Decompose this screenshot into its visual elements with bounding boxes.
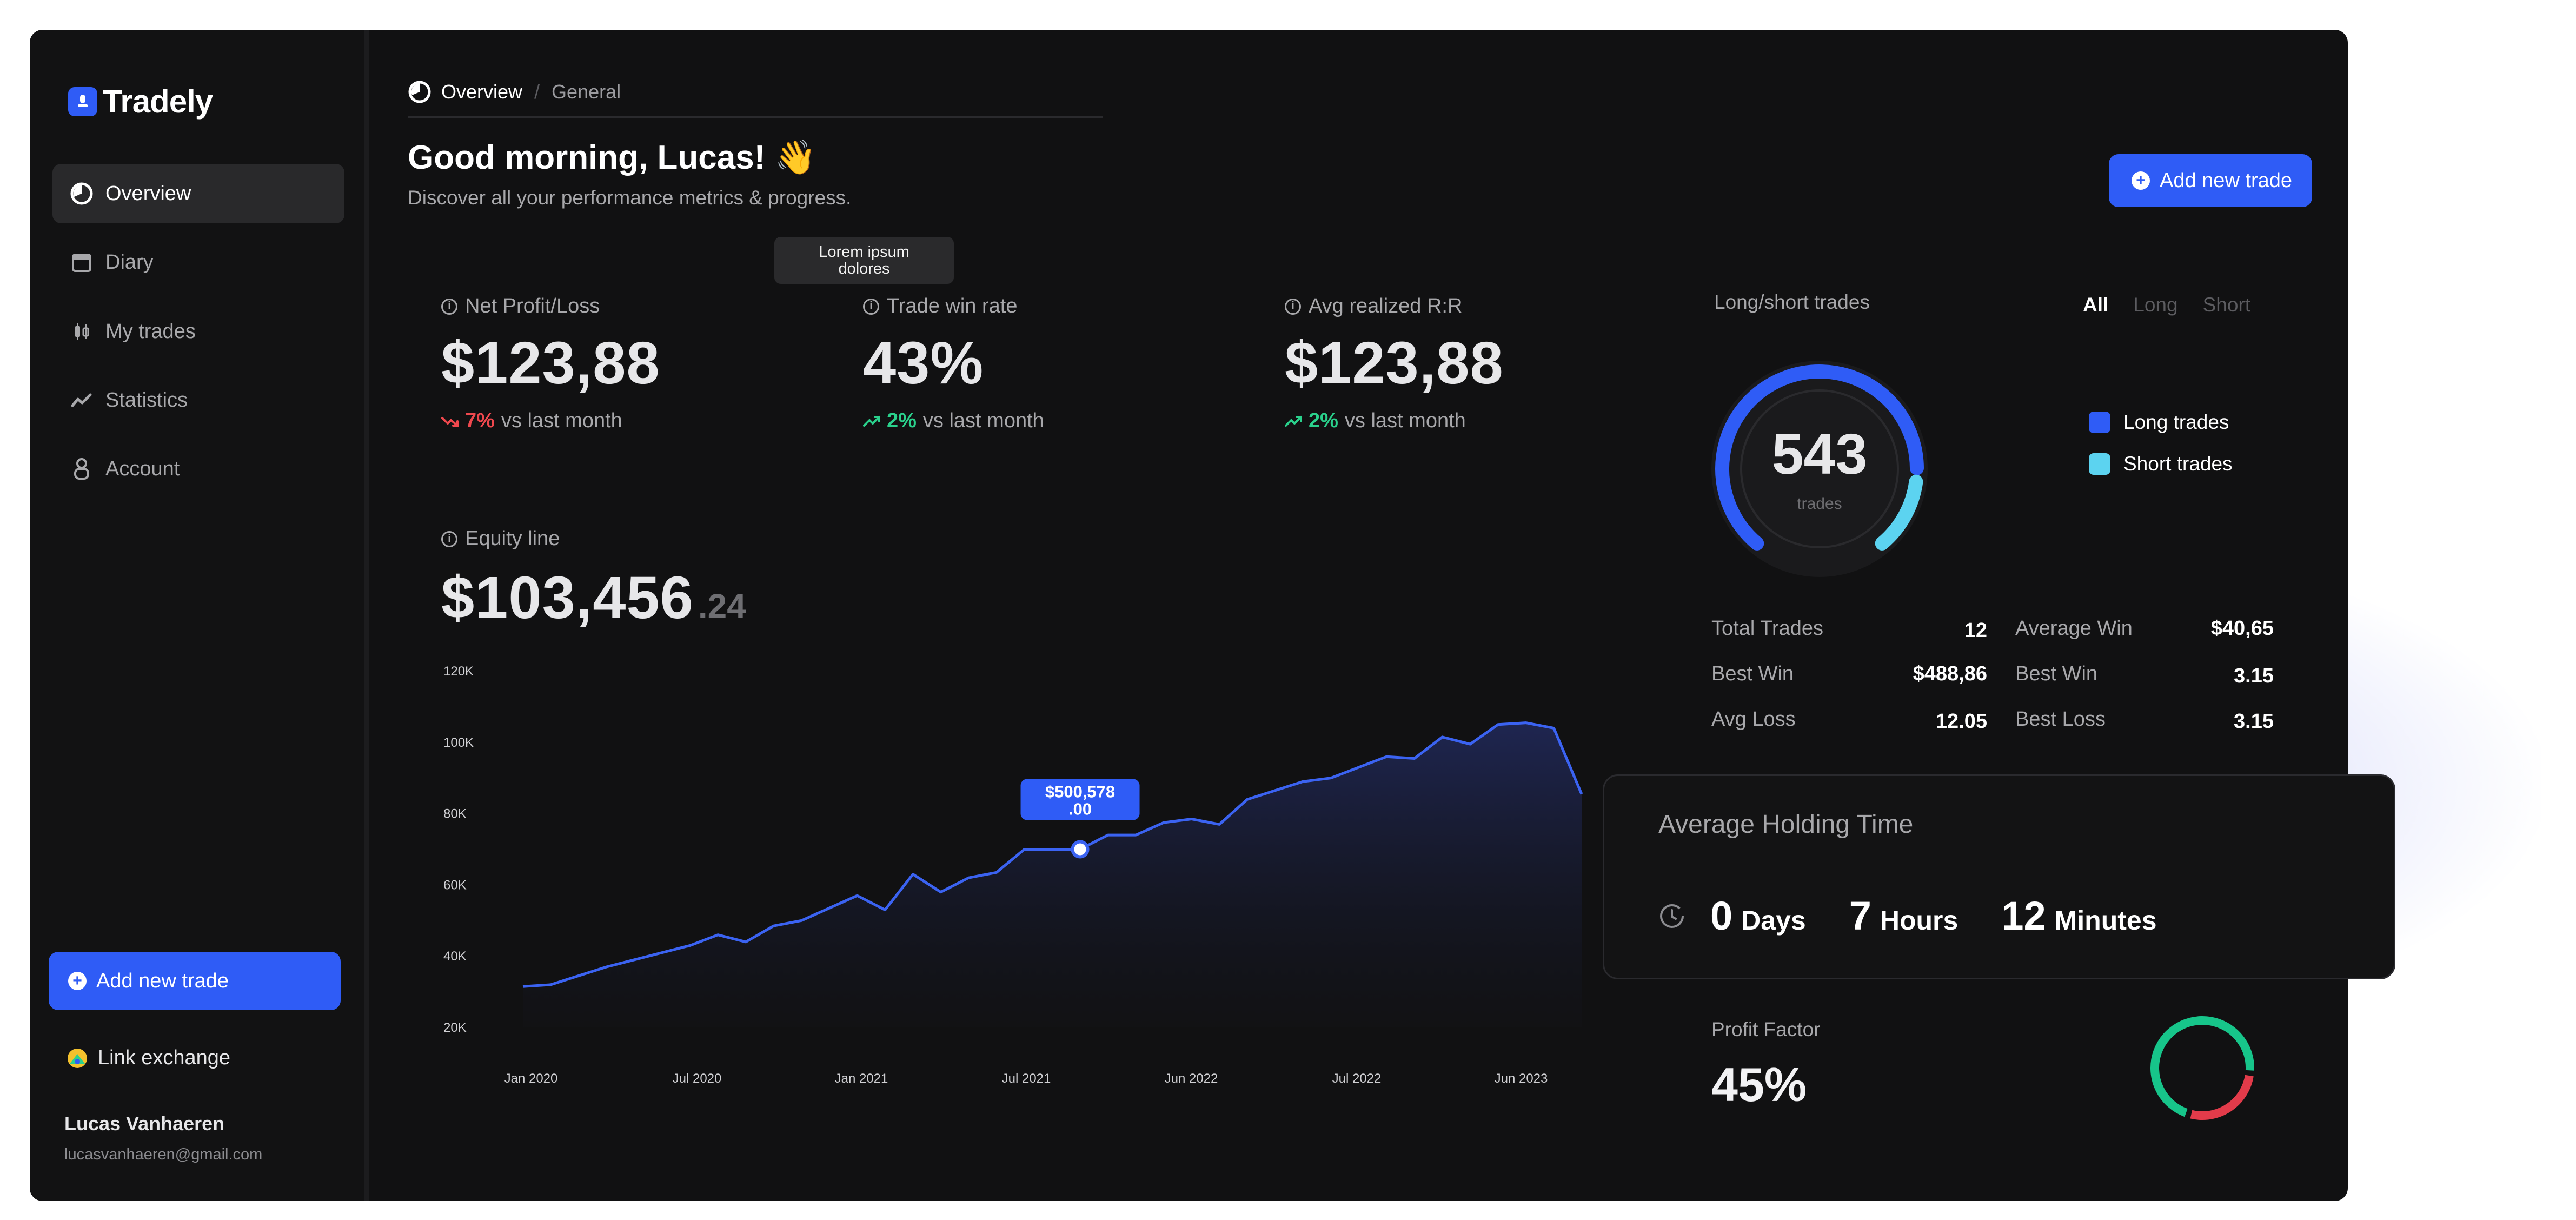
y-tick-label: 20K <box>443 1020 467 1035</box>
x-tick-label: Jun 2023 <box>1495 1071 1548 1086</box>
x-tick-label: Jul 2022 <box>1332 1071 1382 1086</box>
equity-tooltip-value: $500,578 <box>1045 783 1115 801</box>
filter-short[interactable]: Short <box>2203 294 2250 316</box>
stat-value: 12.05 <box>1935 710 1987 733</box>
stat-label: Average Win <box>2015 617 2133 640</box>
stat-value: $488,86 <box>1913 662 1987 685</box>
stat-value: $40,65 <box>2210 617 2274 640</box>
equity-tooltip-cents: .00 <box>1068 800 1092 819</box>
equity-point-marker[interactable] <box>1071 840 1090 859</box>
clock-icon <box>1658 903 1685 930</box>
y-tick-label: 80K <box>443 807 467 821</box>
filter-long[interactable]: Long <box>2133 294 2177 316</box>
legend-label: Long trades <box>2123 411 2229 433</box>
stat-label: Best Loss <box>2015 708 2106 731</box>
stat-value: 3.15 <box>2234 665 2274 687</box>
legend-swatch <box>2089 412 2110 433</box>
legend-swatch <box>2089 453 2110 475</box>
legend-long: Long trades <box>2089 411 2229 434</box>
holding-days-value: 0 <box>1710 893 1733 938</box>
legend-short: Short trades <box>2089 453 2233 475</box>
holding-hours-value: 7 <box>1849 893 1871 938</box>
profit-factor-ring <box>2150 1016 2254 1120</box>
holding-minutes-value: 12 <box>2001 893 2046 938</box>
equity-chart: 120K 100K 80K 60K 40K 20K Jan 2020 Jul 2020 Jan … <box>443 664 1583 1086</box>
legend-label: Short trades <box>2123 453 2233 475</box>
equity-area <box>523 722 1582 1027</box>
trades-total: 543 <box>1771 422 1868 486</box>
stat-value: 12 <box>1964 619 1987 642</box>
profit-factor-win-arc <box>2150 1016 2254 1120</box>
trade-filter-tabs: All Long Short <box>2083 294 2250 316</box>
stat-label: Best Win <box>1711 662 1794 685</box>
stat-label: Best Win <box>2015 662 2098 685</box>
stat-label: Avg Loss <box>1711 708 1796 731</box>
x-tick-label: Jun 2022 <box>1165 1071 1218 1086</box>
x-tick-label: Jan 2021 <box>835 1071 888 1086</box>
y-tick-label: 120K <box>443 664 474 679</box>
app-window: Tradely Overview Diary My trades Statist… <box>30 30 2348 1201</box>
holding-time-title: Average Holding Time <box>1658 810 1914 839</box>
y-tick-label: 40K <box>443 949 467 964</box>
x-tick-label: Jul 2020 <box>673 1071 722 1086</box>
trades-total-label: trades <box>1797 495 1842 513</box>
holding-minutes-unit: Minutes <box>2054 905 2157 936</box>
stat-label: Total Trades <box>1711 617 1823 640</box>
holding-time-card: Average Holding Time 0 Days 7 Hours 12 M… <box>1603 774 2395 979</box>
profit-factor-loss-arc <box>2150 1016 2254 1120</box>
y-tick-label: 60K <box>443 878 467 892</box>
stat-value: 3.15 <box>2234 710 2274 733</box>
x-tick-label: Jul 2021 <box>1002 1071 1051 1086</box>
filter-all[interactable]: All <box>2083 294 2108 316</box>
long-short-title: Long/short trades <box>1714 291 1870 313</box>
profit-factor-label: Profit Factor <box>1711 1018 1821 1040</box>
profit-factor-value: 45% <box>1711 1058 1807 1111</box>
holding-days-unit: Days <box>1741 905 1806 936</box>
holding-hours-unit: Hours <box>1880 905 1958 936</box>
x-tick-label: Jan 2020 <box>504 1071 558 1086</box>
y-tick-label: 100K <box>443 735 474 750</box>
